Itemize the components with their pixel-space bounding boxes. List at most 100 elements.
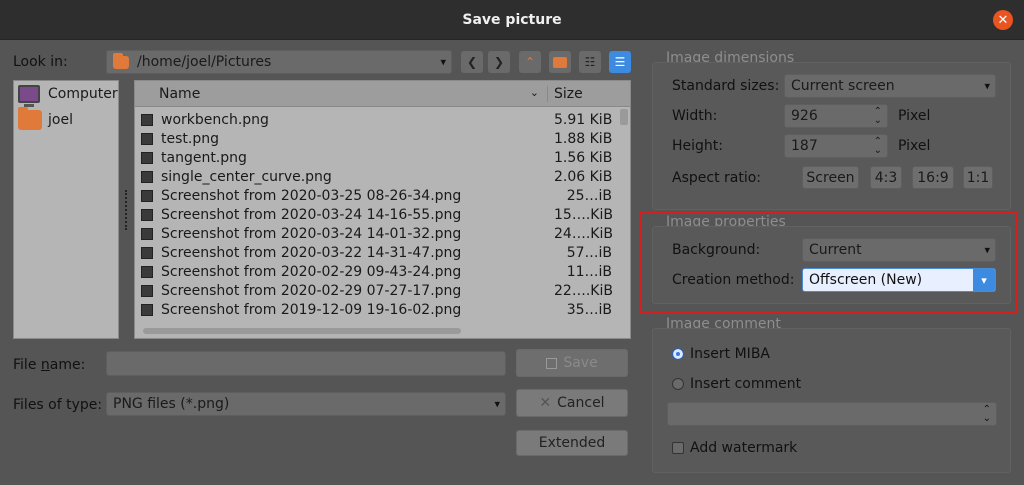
- background-value: Current: [809, 242, 862, 258]
- aspect-16-9-button[interactable]: 16:9: [912, 166, 954, 189]
- cancel-icon: ✕: [539, 395, 552, 411]
- aspect-ratio-label: Aspect ratio:: [672, 170, 762, 186]
- file-row[interactable]: workbench.png 5.91 KiB: [135, 110, 630, 129]
- parent-directory-button[interactable]: ⌃: [519, 51, 541, 73]
- place-computer[interactable]: Computer: [14, 81, 118, 107]
- image-file-icon: [141, 284, 153, 297]
- new-folder-button[interactable]: [549, 51, 571, 73]
- file-size: 22….KiB: [554, 282, 613, 299]
- file-name: Screenshot from 2020-03-22 14-31-47.png: [161, 244, 462, 261]
- spin-arrows-icon[interactable]: ⌃ ⌄: [874, 107, 882, 126]
- image-file-icon: [141, 303, 153, 316]
- column-label: Size: [554, 85, 583, 102]
- width-label: Width:: [672, 108, 718, 124]
- save-button[interactable]: Save: [516, 349, 628, 377]
- file-row[interactable]: Screenshot from 2020-03-22 14-31-47.png 5…: [135, 243, 630, 262]
- look-in-path: /home/joel/Pictures: [137, 54, 272, 70]
- file-size: 5.91 KiB: [554, 111, 613, 128]
- add-watermark-checkbox[interactable]: Add watermark: [672, 440, 797, 456]
- look-in-combo[interactable]: /home/joel/Pictures ▾: [106, 50, 452, 74]
- chevron-down-icon: ▾: [440, 55, 446, 69]
- image-file-icon: [141, 246, 153, 259]
- image-file-icon: [141, 151, 153, 164]
- sort-chevron-icon: ⌄: [529, 85, 539, 99]
- creation-method-select[interactable]: Offscreen (New) ▾: [802, 268, 996, 292]
- chevron-down-icon: ▾: [984, 243, 990, 257]
- spin-arrows-icon[interactable]: ⌃ ⌄: [874, 137, 882, 156]
- height-value: 187: [791, 138, 818, 154]
- file-row[interactable]: Screenshot from 2019-12-09 19-16-02.png 3…: [135, 300, 630, 319]
- file-type-select[interactable]: PNG files (*.png) ▾: [106, 392, 506, 416]
- label-part: n: [40, 357, 50, 373]
- width-spinbox[interactable]: 926 ⌃ ⌄: [784, 104, 888, 128]
- vertical-scrollbar[interactable]: [620, 109, 628, 125]
- height-label: Height:: [672, 138, 723, 154]
- width-value: 926: [791, 108, 818, 124]
- file-row[interactable]: Screenshot from 2020-03-24 14-01-32.png 2…: [135, 224, 630, 243]
- file-row[interactable]: Screenshot from 2020-02-29 07-27-17.png 2…: [135, 281, 630, 300]
- file-name: single_center_curve.png: [161, 168, 332, 185]
- file-size: 15….KiB: [554, 206, 613, 223]
- file-row[interactable]: Screenshot from 2020-02-29 09-43-24.png 1…: [135, 262, 630, 281]
- insert-miba-radio[interactable]: Insert MIBA: [672, 346, 770, 362]
- image-file-icon: [141, 189, 153, 202]
- extended-button[interactable]: Extended: [516, 430, 628, 456]
- file-row[interactable]: test.png 1.88 KiB: [135, 129, 630, 148]
- file-name: Screenshot from 2020-03-25 08-26-34.png: [161, 187, 462, 204]
- file-size: 57…iB: [566, 244, 612, 261]
- background-select[interactable]: Current ▾: [802, 238, 996, 262]
- file-list-header: Name ⌄ Size: [135, 81, 630, 107]
- column-label: Name: [159, 85, 201, 102]
- file-row[interactable]: single_center_curve.png 2.06 KiB: [135, 167, 630, 186]
- label-part: ame:: [49, 357, 86, 373]
- file-name: test.png: [161, 130, 219, 147]
- file-name: workbench.png: [161, 111, 269, 128]
- splitter-handle[interactable]: [125, 190, 129, 230]
- file-name: tangent.png: [161, 149, 247, 166]
- close-icon[interactable]: ✕: [993, 10, 1013, 30]
- file-rows: workbench.png 5.91 KiB test.png 1.88 KiB tan…: [135, 107, 630, 319]
- file-row[interactable]: Screenshot from 2020-03-25 08-26-34.png 2…: [135, 186, 630, 205]
- horizontal-scrollbar[interactable]: [143, 328, 461, 334]
- label-part: File: [13, 357, 41, 373]
- cancel-button[interactable]: ✕ Cancel: [516, 389, 628, 417]
- place-joel[interactable]: joel: [14, 107, 118, 133]
- standard-sizes-select[interactable]: Current screen ▾: [784, 74, 996, 98]
- height-spinbox[interactable]: 187 ⌃ ⌄: [784, 134, 888, 158]
- creation-method-label: Creation method:: [672, 272, 795, 288]
- detail-view-button[interactable]: ☷: [579, 51, 601, 73]
- window-title: Save picture: [462, 11, 562, 28]
- radio-unchecked-icon: [672, 378, 684, 390]
- column-header-name[interactable]: Name ⌄: [135, 86, 547, 102]
- image-file-icon: [141, 208, 153, 221]
- aspect-1-1-button[interactable]: 1:1: [963, 166, 993, 189]
- add-watermark-label: Add watermark: [690, 440, 798, 456]
- file-name: Screenshot from 2020-02-29 09-43-24.png: [161, 263, 462, 280]
- file-size: 24….KiB: [554, 225, 613, 242]
- computer-icon: [18, 85, 40, 107]
- file-name: Screenshot from 2020-03-24 14-01-32.png: [161, 225, 462, 242]
- file-name-input[interactable]: [106, 351, 506, 376]
- insert-comment-radio[interactable]: Insert comment: [672, 376, 801, 392]
- cancel-label: Cancel: [557, 395, 605, 411]
- list-view-button[interactable]: ☰: [609, 51, 631, 73]
- file-row[interactable]: Screenshot from 2020-03-24 14-16-55.png 1…: [135, 205, 630, 224]
- column-header-size[interactable]: Size: [547, 85, 630, 102]
- back-button[interactable]: ❮: [461, 51, 483, 73]
- file-row[interactable]: tangent.png 1.56 KiB: [135, 148, 630, 167]
- chevron-down-icon: ▾: [984, 79, 990, 93]
- window-titlebar: Save picture ✕: [0, 0, 1024, 40]
- insert-miba-label: Insert MIBA: [690, 346, 770, 362]
- image-file-icon: [141, 170, 153, 183]
- file-name: Screenshot from 2020-03-24 14-16-55.png: [161, 206, 462, 223]
- file-list: Name ⌄ Size workbench.png 5.91 KiB test.pn…: [134, 80, 631, 339]
- forward-button[interactable]: ❯: [488, 51, 510, 73]
- place-label: Computer: [48, 86, 118, 102]
- aspect-4-3-button[interactable]: 4:3: [870, 166, 902, 189]
- look-in-label: Look in:: [13, 54, 68, 70]
- aspect-screen-button[interactable]: Screen: [802, 166, 859, 189]
- height-unit: Pixel: [898, 138, 931, 154]
- file-size: 11…iB: [566, 263, 612, 280]
- file-size: 25…iB: [566, 187, 612, 204]
- comment-select[interactable]: ⌃ ⌄: [667, 402, 997, 426]
